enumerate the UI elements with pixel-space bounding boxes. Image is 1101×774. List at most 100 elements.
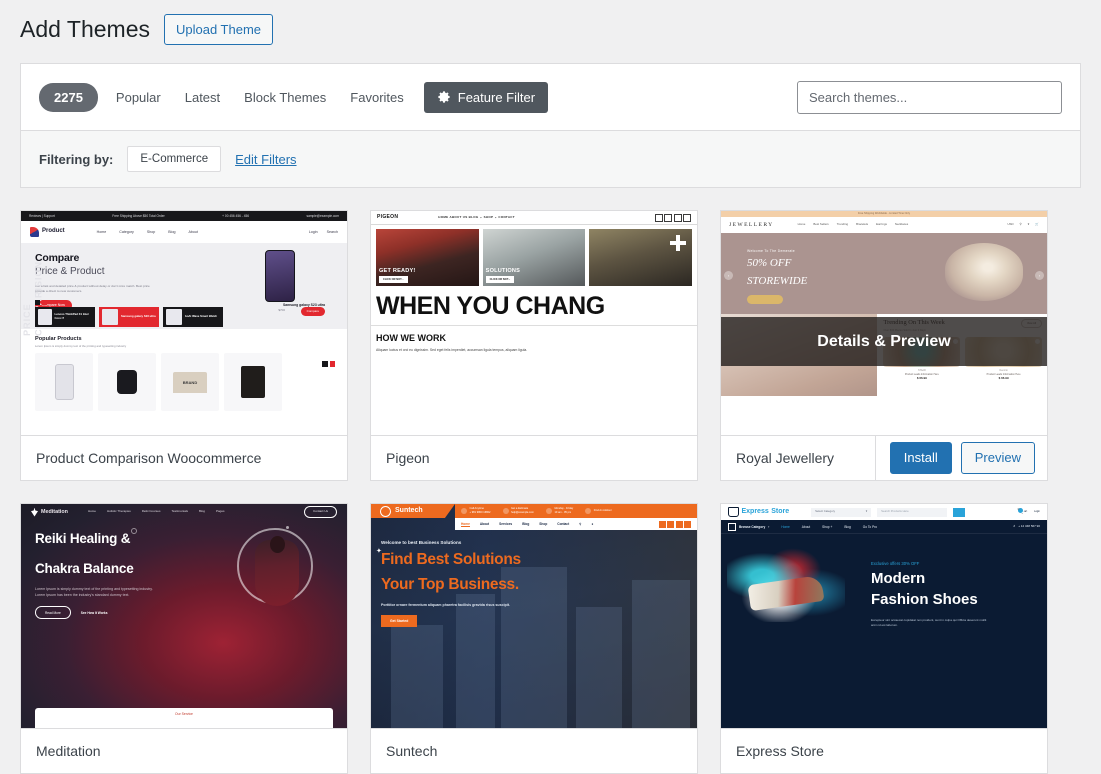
search-input[interactable] [797,80,1062,114]
md-nav-item: Home [87,509,96,514]
ex-nav-shop: Shop + [822,524,833,529]
pc-compare-cards: Lenovo ThinkPad X1 Intel Core i7 Samsung… [35,307,223,327]
theme-screenshot[interactable]: Free Shipping Worldwide - Limited Time O… [721,211,1047,436]
chevron-down-icon: ▾ [865,509,868,514]
pc-phone-image [265,250,295,302]
st-contact-value: 10 am - 05 pm [554,511,572,514]
st-social-icons [658,520,691,528]
pc-chip-group [35,300,47,305]
page-title: Add Themes [20,15,150,42]
tab-block-themes[interactable]: Block Themes [232,83,338,112]
md-nav-item: Blog [198,509,205,514]
pc-nav-shop: Shop [146,229,156,234]
theme-preview-pigeon: PIGEON HOME ABOUT US BLOG ⌄ SHOP ⌄ CONTA… [371,211,697,435]
filter-chip-ecommerce[interactable]: E-Commerce [127,146,222,172]
edit-filters-link[interactable]: Edit Filters [235,152,296,167]
tab-latest[interactable]: Latest [173,83,232,112]
md-logo-mark-icon [31,507,38,517]
cart-icon [728,507,739,517]
md-person-head [270,536,285,553]
pc-nav-blog: Blog [168,229,176,234]
headset-icon: ☌ [1013,523,1016,528]
ex-logo: Express Store [728,507,789,517]
st-logo: Suntech [371,504,455,518]
chevron-left-icon [322,361,328,367]
pc-logo-mark-icon [30,227,39,237]
theme-card[interactable]: Meditation Home Holistic Therapies Reiki… [20,503,348,774]
theme-preview-product-comparison: Reviews | Support Free Shipping Above $5… [21,211,347,435]
theme-screenshot[interactable]: Express Store Select Category ▾ Search P… [721,504,1047,729]
theme-card[interactable]: Reviews | Support Free Shipping Above $5… [20,210,348,481]
theme-count-badge[interactable]: 2275 [39,82,98,112]
ex-nav-blog: Blog [844,524,851,529]
theme-filter-panel: 2275 Popular Latest Block Themes Favorit… [20,63,1081,188]
st-contact: Call Anytime + 981 9800 16802 [461,507,491,515]
theme-name: Meditation [36,743,101,759]
theme-actions: Install Preview [874,436,1047,480]
theme-search-wrapper [797,80,1062,114]
pc-logo-text: Product [42,228,65,235]
md-hero-text: Lorem Ipsum is simply dummy text of the … [35,586,153,598]
pc-hero-text: Get a fast and detailed price & product … [35,283,150,293]
theme-card[interactable]: Free Shipping Worldwide - Limited Time O… [720,210,1048,481]
rj-nav-item: Bracelets [856,222,869,227]
rj-hero-title: 50% OFF [747,257,792,270]
theme-name: Pigeon [386,450,430,466]
pc-chip [42,300,47,305]
pc-chip [35,300,40,305]
rj-nav-right: USD ⚲ ♥ 🛒 [1007,223,1039,227]
theme-screenshot[interactable]: Reviews | Support Free Shipping Above $5… [21,211,347,436]
theme-card[interactable]: Suntech Call Anytime + 981 9800 16802 Get… [370,503,698,774]
pc-compare-card: Lenovo ThinkPad X1 Intel Core i7 [35,307,95,327]
active-filters-row: Filtering by: E-Commerce Edit Filters [21,131,1080,187]
rj-logo: JEWELLERY [729,221,774,228]
st-contact-label: Monday - Friday [554,507,574,511]
tab-favorites[interactable]: Favorites [338,83,415,112]
pg-tile: GET READY! CLICK OR NOT... [376,229,479,286]
pc-compare-card: boAt Wave Smart Watch [163,307,223,327]
clock-icon [545,508,552,514]
st-contact-label: Get a Estimate [511,507,529,511]
rj-product-brand: Decorio [999,369,1008,373]
rj-nav-item: Trending [836,222,849,227]
pc-nav-home: Home [96,229,107,234]
st-hero-title: Find Best Solutions [381,550,521,568]
upload-theme-button[interactable]: Upload Theme [163,14,274,45]
pc-product [224,353,282,412]
tab-popular[interactable]: Popular [104,83,173,112]
ex-login-label: Login [1034,510,1040,514]
pc-card-thumb [38,309,52,325]
pg-tile-caption: SOLUTIONS [485,268,521,275]
preview-button[interactable]: Preview [960,442,1035,474]
md-contact-button: Contact Us [304,506,337,518]
ex-account-icons: 0 Cart Login [1016,507,1040,515]
details-and-preview-button[interactable]: Details & Preview [721,317,1047,366]
ex-offer-label: Exclusive offers 30% OFF [871,561,920,566]
pg-section-text: Aliquam luctus et orci eu dignissim. Sed… [376,348,528,353]
feature-filter-button[interactable]: Feature Filter [423,81,549,113]
theme-card[interactable]: PIGEON HOME ABOUT US BLOG ⌄ SHOP ⌄ CONTA… [370,210,698,481]
st-contact: Monday - Friday 10 am - 05 pm [545,507,574,515]
theme-screenshot[interactable]: PIGEON HOME ABOUT US BLOG ⌄ SHOP ⌄ CONTA… [371,211,697,436]
ex-hero-title-line2: Fashion Shoes [871,590,978,608]
theme-preview-express-store: Express Store Select Category ▾ Search P… [721,504,1047,728]
install-button[interactable]: Install [889,442,952,474]
pc-card-title: Lenovo ThinkPad X1 Intel Core i7 [54,312,89,320]
ex-phone-number: + 12 348 567 90 [1018,523,1040,528]
pg-tile-button: CLICK OR NOT... [379,275,408,283]
theme-screenshot[interactable]: Suntech Call Anytime + 981 9800 16802 Get… [371,504,697,729]
rj-nav-item: Best Sellers [813,222,829,227]
pg-tile-button: CLICK OR NOT... [485,275,515,283]
theme-card[interactable]: Express Store Select Category ▾ Search P… [720,503,1048,774]
theme-name-row: Express Store Install Preview [721,729,1047,773]
ex-search-input: Search Products Here [877,507,948,517]
gear-icon [438,91,450,103]
cart-icon: 🛒 [1035,222,1039,227]
pc-hero-title2: Price & Product [35,266,105,278]
ex-category-label: Select Category [815,509,836,514]
pg-nav: HOME ABOUT US BLOG ⌄ SHOP ⌄ CONTACT [438,214,515,219]
md-how-it-works-link: See How It Works [80,610,108,615]
md-nav: Home Holistic Therapies Reiki Courses Te… [87,509,225,514]
st-nav: Home About Services Blog Shop Contact ⚲ … [455,518,697,530]
theme-screenshot[interactable]: Meditation Home Holistic Therapies Reiki… [21,504,347,729]
